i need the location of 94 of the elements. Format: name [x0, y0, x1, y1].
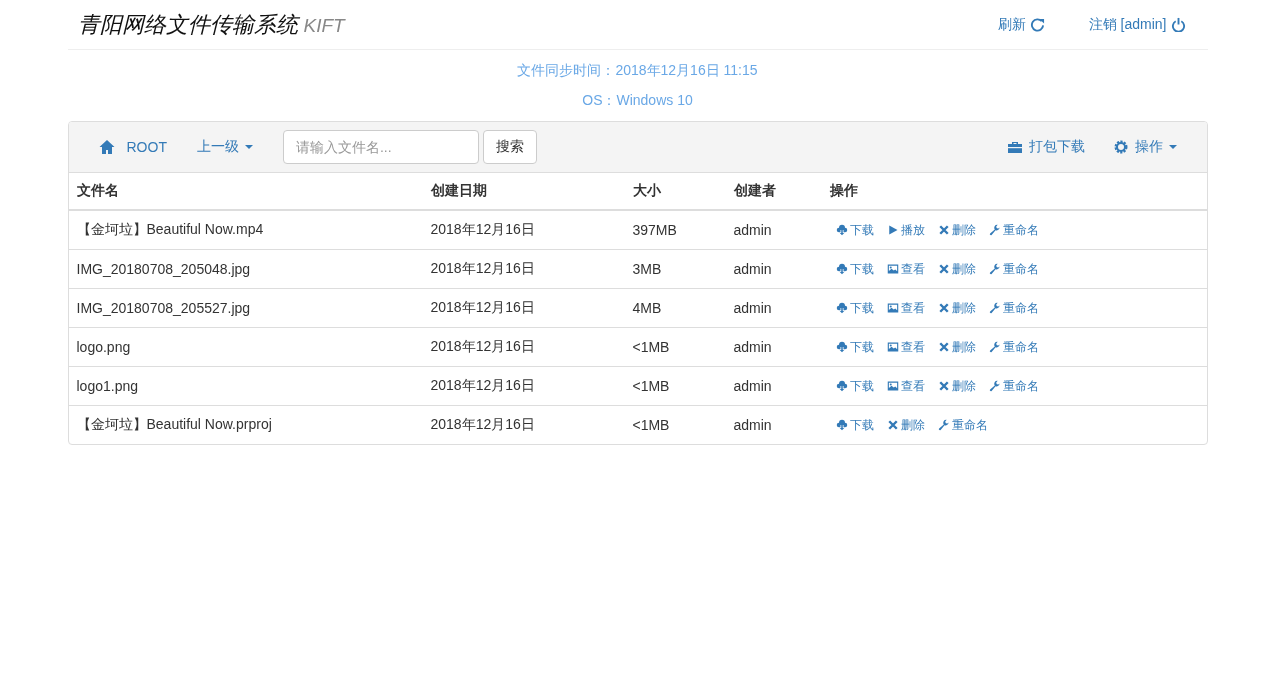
root-link[interactable]: ROOT [98, 139, 167, 155]
table-cell: <1MB [624, 327, 726, 367]
table-cell: 2018年12月16日 [422, 288, 625, 328]
column-header: 创建者 [725, 173, 822, 210]
rename-link[interactable]: 重命名 [988, 338, 1039, 356]
cross-icon [937, 224, 950, 236]
table-cell: 397MB [624, 210, 726, 250]
cross-icon [886, 419, 899, 431]
image-icon [886, 380, 899, 392]
delete-link[interactable]: 删除 [937, 299, 976, 317]
download-link[interactable]: 下载 [835, 416, 874, 434]
play-link[interactable]: 播放 [886, 221, 925, 239]
actions-dropdown[interactable]: 操作 [1112, 138, 1177, 156]
view-link[interactable]: 查看 [886, 260, 925, 278]
cross-icon [937, 302, 950, 314]
cloud-download-icon [835, 341, 848, 353]
caret-icon [244, 145, 253, 149]
play-icon [886, 224, 899, 236]
table-cell: 2018年12月16日 [422, 405, 625, 444]
app-title: 青阳网络文件传输系统 [77, 10, 298, 39]
table-cell: 4MB [624, 288, 726, 328]
column-header: 大小 [624, 173, 726, 210]
table-cell: admin [725, 327, 822, 367]
power-icon [1170, 17, 1186, 32]
search-button[interactable]: 搜索 [482, 130, 537, 164]
wrench-icon [988, 224, 1001, 236]
table-cell: 2018年12月16日 [422, 249, 625, 289]
cloud-download-icon [835, 224, 848, 236]
download-link[interactable]: 下载 [835, 377, 874, 395]
table-cell: 【金坷垃】Beautiful Now.prproj [68, 405, 423, 444]
image-icon [886, 263, 899, 275]
delete-link[interactable]: 删除 [937, 338, 976, 356]
table-cell: IMG_20180708_205048.jpg [68, 249, 423, 289]
column-header: 操作 [821, 173, 1207, 210]
info-text: OS：Windows 10 [581, 91, 694, 110]
table-cell: admin [725, 405, 822, 444]
rename-link[interactable]: 重命名 [988, 221, 1039, 239]
download-link[interactable]: 下载 [835, 338, 874, 356]
image-icon [886, 341, 899, 353]
gear-icon [1112, 139, 1129, 155]
table-cell: admin [725, 288, 822, 328]
table-cell: 2018年12月16日 [422, 210, 625, 250]
cloud-download-icon [835, 302, 848, 314]
delete-link[interactable]: 删除 [886, 416, 925, 434]
delete-link[interactable]: 删除 [937, 260, 976, 278]
table-cell: logo1.png [68, 366, 423, 406]
logout-link[interactable]: 注销 [admin] [1088, 15, 1186, 34]
cloud-download-icon [835, 419, 848, 431]
wrench-icon [988, 341, 1001, 353]
cross-icon [937, 263, 950, 275]
table-cell: <1MB [624, 366, 726, 406]
rename-link[interactable]: 重命名 [988, 299, 1039, 317]
delete-link[interactable]: 删除 [937, 221, 976, 239]
parent-dropdown[interactable]: 上一级 [196, 138, 253, 156]
pack-download-link[interactable]: 打包下载 [1006, 138, 1085, 156]
cross-icon [937, 341, 950, 353]
table-cell: 2018年12月16日 [422, 366, 625, 406]
rename-link[interactable]: 重命名 [988, 377, 1039, 395]
view-link[interactable]: 查看 [886, 299, 925, 317]
rename-link[interactable]: 重命名 [988, 260, 1039, 278]
table-cell: 2018年12月16日 [422, 327, 625, 367]
view-link[interactable]: 查看 [886, 338, 925, 356]
cloud-download-icon [835, 263, 848, 275]
table-cell: 【金坷垃】Beautiful Now.mp4 [68, 210, 423, 250]
column-header: 文件名 [68, 173, 423, 210]
delete-link[interactable]: 删除 [937, 377, 976, 395]
column-header: 创建日期 [422, 173, 625, 210]
briefcase-icon [1006, 139, 1023, 155]
table-cell: admin [725, 249, 822, 289]
app-subtitle: KIFT [303, 14, 345, 37]
image-icon [886, 302, 899, 314]
wrench-icon [937, 419, 950, 431]
download-link[interactable]: 下载 [835, 299, 874, 317]
home-icon [98, 139, 115, 155]
view-link[interactable]: 查看 [886, 377, 925, 395]
table-cell: admin [725, 366, 822, 406]
table-cell: logo.png [68, 327, 423, 367]
table-cell: 3MB [624, 249, 726, 289]
info-text: 文件同步时间：2018年12月16日 11:15 [516, 61, 759, 80]
download-link[interactable]: 下载 [835, 260, 874, 278]
table-cell: <1MB [624, 405, 726, 444]
caret-icon [1168, 145, 1177, 149]
refresh-link[interactable]: 刷新 [997, 15, 1045, 34]
wrench-icon [988, 302, 1001, 314]
wrench-icon [988, 263, 1001, 275]
cloud-download-icon [835, 380, 848, 392]
cross-icon [937, 380, 950, 392]
refresh-icon [1029, 17, 1045, 32]
table-cell: IMG_20180708_205527.jpg [68, 288, 423, 328]
wrench-icon [988, 380, 1001, 392]
search-field[interactable]: 请输入文件名... [282, 130, 479, 164]
download-link[interactable]: 下载 [835, 221, 874, 239]
table-cell: admin [725, 210, 822, 250]
rename-link[interactable]: 重命名 [937, 416, 988, 434]
